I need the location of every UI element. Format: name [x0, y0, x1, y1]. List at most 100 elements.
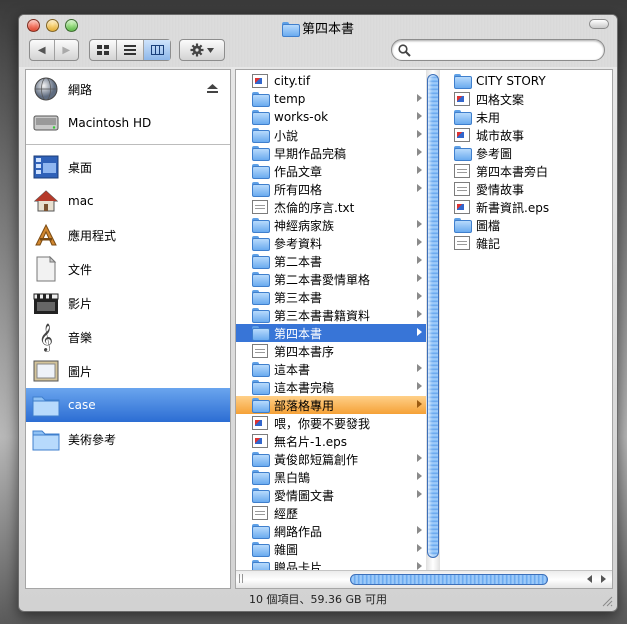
folder-icon: [454, 218, 472, 233]
folder-icon: [252, 182, 270, 197]
sidebar-item-network[interactable]: 網路: [26, 72, 230, 106]
file-row[interactable]: 參考圖: [446, 144, 606, 162]
file-row[interactable]: city.tif: [236, 72, 426, 90]
column-scrollbar-thumb[interactable]: [427, 74, 439, 558]
file-row[interactable]: 早期作品完稿: [236, 144, 426, 162]
file-row[interactable]: 第三本書書籍資料: [236, 306, 426, 324]
sidebar-item-label: case: [68, 398, 96, 412]
resize-grip-icon[interactable]: [602, 596, 613, 607]
file-row[interactable]: 第二本書: [236, 252, 426, 270]
file-row[interactable]: 喂，你要不要發我: [236, 414, 426, 432]
document-icon: [454, 236, 470, 250]
file-row[interactable]: 小說: [236, 126, 426, 144]
file-row[interactable]: 無名片-1.eps: [236, 432, 426, 450]
action-menu-button[interactable]: [179, 39, 225, 61]
sidebar-item-case[interactable]: case: [26, 388, 230, 422]
disclosure-arrow-icon: [417, 472, 422, 480]
file-row[interactable]: temp: [236, 90, 426, 108]
file-row[interactable]: 第三本書: [236, 288, 426, 306]
sidebar-item-music[interactable]: 𝄞 音樂: [26, 320, 230, 354]
view-mode-control: [89, 39, 171, 61]
file-row[interactable]: 圖檔: [446, 216, 606, 234]
folder-icon: [252, 110, 270, 125]
column-resize-handle[interactable]: ||: [238, 574, 244, 584]
folder-icon: [454, 110, 472, 125]
sidebar-item-pictures[interactable]: 圖片: [26, 354, 230, 388]
disclosure-arrow-icon: [417, 94, 422, 102]
folder-icon: [252, 326, 270, 341]
file-row[interactable]: 所有四格: [236, 180, 426, 198]
folder-icon: [252, 128, 270, 143]
file-row[interactable]: 贈品卡片: [236, 558, 426, 570]
horizontal-scrollbar[interactable]: || ||: [236, 570, 612, 588]
search-input[interactable]: [414, 43, 594, 57]
toolbar-toggle-button[interactable]: [589, 19, 609, 29]
file-row[interactable]: 雜記: [446, 234, 606, 252]
image-file-icon: [252, 434, 268, 448]
file-row[interactable]: 未用: [446, 108, 606, 126]
sidebar-item-label: 桌面: [68, 160, 93, 175]
column-view-button[interactable]: [144, 40, 170, 60]
eject-icon[interactable]: [207, 84, 218, 93]
sidebar-item-label: 音樂: [68, 330, 93, 345]
file-row[interactable]: 愛情圖文書: [236, 486, 426, 504]
sidebar-item-art-reference[interactable]: 美術參考: [26, 422, 230, 456]
file-row[interactable]: 黃俊郎短篇創作: [236, 450, 426, 468]
window-title: 第四本書: [19, 18, 617, 37]
file-name: 第四本書序: [274, 344, 335, 359]
scroll-left-arrow[interactable]: [587, 575, 592, 583]
file-row[interactable]: 經歷: [236, 504, 426, 522]
folder-icon: [252, 560, 270, 570]
back-button[interactable]: ◀: [30, 40, 55, 60]
sidebar-item-desktop[interactable]: 桌面: [26, 150, 230, 184]
file-row[interactable]: 雜圖: [236, 540, 426, 558]
disclosure-arrow-icon: [417, 220, 422, 228]
file-name: 雜記: [476, 236, 501, 251]
forward-button[interactable]: ▶: [55, 40, 79, 60]
disclosure-arrow-icon: [417, 382, 422, 390]
file-row[interactable]: 四格文案: [446, 90, 606, 108]
file-row[interactable]: 第二本書愛情單格: [236, 270, 426, 288]
sidebar-item-home[interactable]: mac: [26, 184, 230, 218]
folder-icon: [252, 452, 270, 467]
list-view-button[interactable]: [117, 40, 144, 60]
file-name: 第四本書: [274, 326, 323, 341]
file-row[interactable]: 作品文章: [236, 162, 426, 180]
file-row[interactable]: 神經病家族: [236, 216, 426, 234]
file-row[interactable]: 愛情故事: [446, 180, 606, 198]
column-view-icon: [150, 45, 164, 55]
folder-icon: [252, 290, 270, 305]
column-scrollbar[interactable]: [426, 70, 440, 570]
file-row[interactable]: works-ok: [236, 108, 426, 126]
folder-icon: [252, 524, 270, 539]
scroll-right-arrow[interactable]: [601, 575, 606, 583]
file-row[interactable]: 杰倫的序言.txt: [236, 198, 426, 216]
file-row[interactable]: 第四本書旁白: [446, 162, 606, 180]
sidebar-item-applications[interactable]: 應用程式: [26, 218, 230, 252]
disclosure-arrow-icon: [417, 454, 422, 462]
sidebar-item-documents[interactable]: 文件: [26, 252, 230, 286]
file-row[interactable]: 網路作品: [236, 522, 426, 540]
file-row[interactable]: 城市故事: [446, 126, 606, 144]
file-row[interactable]: 第四本書: [236, 324, 426, 342]
file-name: 作品文章: [274, 164, 323, 179]
file-row[interactable]: 參考資料: [236, 234, 426, 252]
file-row[interactable]: 黑白鵠: [236, 468, 426, 486]
search-field[interactable]: [391, 39, 605, 61]
window-titlebar[interactable]: 第四本書 ◀ ▶: [19, 15, 617, 67]
sidebar-item-movies[interactable]: 影片: [26, 286, 230, 320]
sidebar-item-label: 美術參考: [68, 432, 117, 447]
sidebar: 網路 Macintosh HD 桌面 mac 應用程式 文件 影片 𝄞 音樂 圖…: [25, 69, 231, 589]
search-icon: [398, 44, 411, 57]
file-row[interactable]: 新書資訊.eps: [446, 198, 606, 216]
file-row[interactable]: 第四本書序: [236, 342, 426, 360]
file-row[interactable]: 這本書完稿: [236, 378, 426, 396]
file-row[interactable]: CITY STORY: [446, 72, 606, 90]
file-row[interactable]: 這本書: [236, 360, 426, 378]
network-globe-icon: [32, 75, 60, 103]
sidebar-item-macintosh-hd[interactable]: Macintosh HD: [26, 106, 230, 140]
icon-view-button[interactable]: [90, 40, 117, 60]
horizontal-scrollbar-thumb[interactable]: [350, 574, 548, 585]
file-row[interactable]: 部落格專用: [236, 396, 426, 414]
column-case: city.tif temp works-ok 小說 早期作品完稿作品文章 所有四格 杰倫的序…: [236, 70, 438, 570]
